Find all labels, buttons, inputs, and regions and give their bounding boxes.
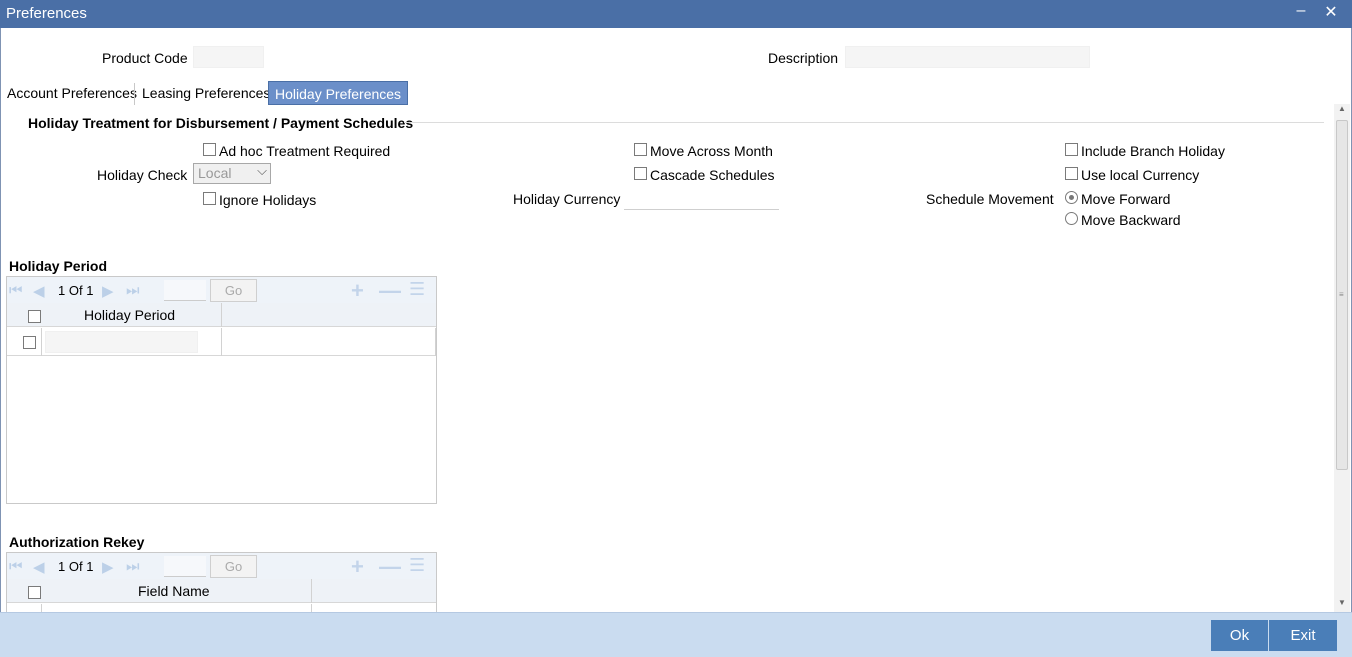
ignore-holidays-label: Ignore Holidays [219, 192, 317, 208]
move-across-month-label: Move Across Month [650, 143, 773, 159]
column-separator [221, 328, 222, 356]
list-view-icon[interactable]: ☰ [409, 279, 425, 300]
grid-header-row: Field Name [7, 579, 436, 603]
product-code-field[interactable] [193, 46, 264, 68]
page-number-input[interactable] [164, 280, 206, 301]
add-row-icon[interactable]: + [351, 554, 364, 580]
move-backward-label: Move Backward [1081, 212, 1181, 228]
grid-navbar: ⏮ ◀ 1 Of 1 ▶ ⏭ Go + — ☰ [7, 553, 436, 579]
window-title: Preferences [6, 5, 87, 22]
add-row-icon[interactable]: + [351, 278, 364, 304]
description-label: Description [768, 50, 839, 66]
first-page-icon[interactable]: ⏮ [9, 282, 23, 299]
move-forward-radio[interactable] [1065, 191, 1078, 204]
grid-navbar: ⏮ ◀ 1 Of 1 ▶ ⏭ Go + — ☰ [7, 277, 436, 303]
select-all-checkbox[interactable] [28, 310, 41, 323]
previous-page-icon[interactable]: ◀ [33, 282, 45, 300]
move-backward-radio[interactable] [1065, 212, 1078, 225]
column-separator [311, 579, 312, 603]
tab-account-preferences[interactable]: Account Preferences [1, 81, 143, 105]
vertical-scrollbar[interactable]: ▲ ≡ ▼ [1334, 104, 1350, 612]
cascade-schedules-checkbox[interactable] [634, 167, 647, 180]
page-indicator: 1 Of 1 [58, 283, 94, 298]
first-page-icon[interactable]: ⏮ [9, 558, 23, 575]
minimize-icon[interactable]: – [1291, 2, 1311, 20]
use-local-currency-label: Use local Currency [1081, 167, 1200, 183]
ok-button[interactable]: Ok [1211, 620, 1268, 651]
table-row [7, 328, 436, 356]
title-bar: Preferences – ✕ [0, 0, 1352, 28]
use-local-currency-checkbox[interactable] [1065, 167, 1078, 180]
column-separator [435, 328, 436, 356]
field-name-column-header: Field Name [138, 583, 210, 599]
holiday-currency-field[interactable] [624, 188, 779, 210]
scroll-up-icon[interactable]: ▲ [1338, 104, 1346, 113]
chevron-down-icon: ⌵ [257, 163, 267, 178]
last-page-icon[interactable]: ⏭ [126, 558, 140, 575]
last-page-icon[interactable]: ⏭ [126, 282, 140, 299]
move-across-month-checkbox[interactable] [634, 143, 647, 156]
list-view-icon[interactable]: ☰ [409, 555, 425, 576]
schedule-movement-label: Schedule Movement [926, 191, 1054, 207]
holiday-check-select[interactable]: Local ⌵ [193, 163, 271, 184]
tab-holiday-preferences[interactable]: Holiday Preferences [268, 81, 409, 105]
cascade-schedules-label: Cascade Schedules [650, 167, 775, 183]
close-icon[interactable]: ✕ [1321, 2, 1341, 22]
go-button[interactable]: Go [210, 279, 257, 302]
move-forward-label: Move Forward [1081, 191, 1171, 207]
go-button[interactable]: Go [210, 555, 257, 578]
authorization-rekey-title: Authorization Rekey [9, 534, 145, 550]
ignore-holidays-checkbox[interactable] [203, 192, 216, 205]
holiday-currency-label: Holiday Currency [513, 191, 621, 207]
page-indicator: 1 Of 1 [58, 559, 94, 574]
include-branch-holiday-label: Include Branch Holiday [1081, 143, 1225, 159]
holiday-period-cell-input[interactable] [45, 331, 198, 353]
holiday-period-title: Holiday Period [9, 258, 108, 274]
section-divider [404, 122, 1324, 123]
holiday-check-value: Local [198, 165, 232, 181]
exit-button[interactable]: Exit [1269, 620, 1337, 651]
tab-leasing-preferences[interactable]: Leasing Preferences [136, 81, 276, 105]
previous-page-icon[interactable]: ◀ [33, 558, 45, 576]
holiday-check-label: Holiday Check [97, 167, 188, 183]
select-all-checkbox[interactable] [28, 586, 41, 599]
footer-bar: Ok Exit [0, 612, 1352, 657]
product-code-label: Product Code [102, 50, 188, 66]
grip-icon: ≡ [1339, 290, 1344, 299]
delete-row-icon[interactable]: — [379, 554, 401, 580]
adhoc-treatment-checkbox[interactable] [203, 143, 216, 156]
adhoc-treatment-label: Ad hoc Treatment Required [219, 143, 391, 159]
next-page-icon[interactable]: ▶ [102, 282, 114, 300]
page-number-input[interactable] [164, 556, 206, 577]
delete-row-icon[interactable]: — [379, 278, 401, 304]
grid-header-row: Holiday Period [7, 303, 436, 327]
row-checkbox[interactable] [23, 336, 36, 349]
description-field[interactable] [845, 46, 1090, 68]
column-separator [41, 328, 42, 356]
scroll-down-icon[interactable]: ▼ [1338, 598, 1346, 607]
holiday-period-column-header: Holiday Period [84, 307, 176, 323]
holiday-period-grid: ⏮ ◀ 1 Of 1 ▶ ⏭ Go + — ☰ Holiday Period [6, 276, 437, 504]
authorization-rekey-grid: ⏮ ◀ 1 Of 1 ▶ ⏭ Go + — ☰ Field Name [6, 552, 437, 613]
holiday-treatment-title: Holiday Treatment for Disbursement / Pay… [28, 115, 414, 131]
next-page-icon[interactable]: ▶ [102, 558, 114, 576]
tab-separator [134, 83, 135, 105]
include-branch-holiday-checkbox[interactable] [1065, 143, 1078, 156]
column-separator [221, 303, 222, 327]
